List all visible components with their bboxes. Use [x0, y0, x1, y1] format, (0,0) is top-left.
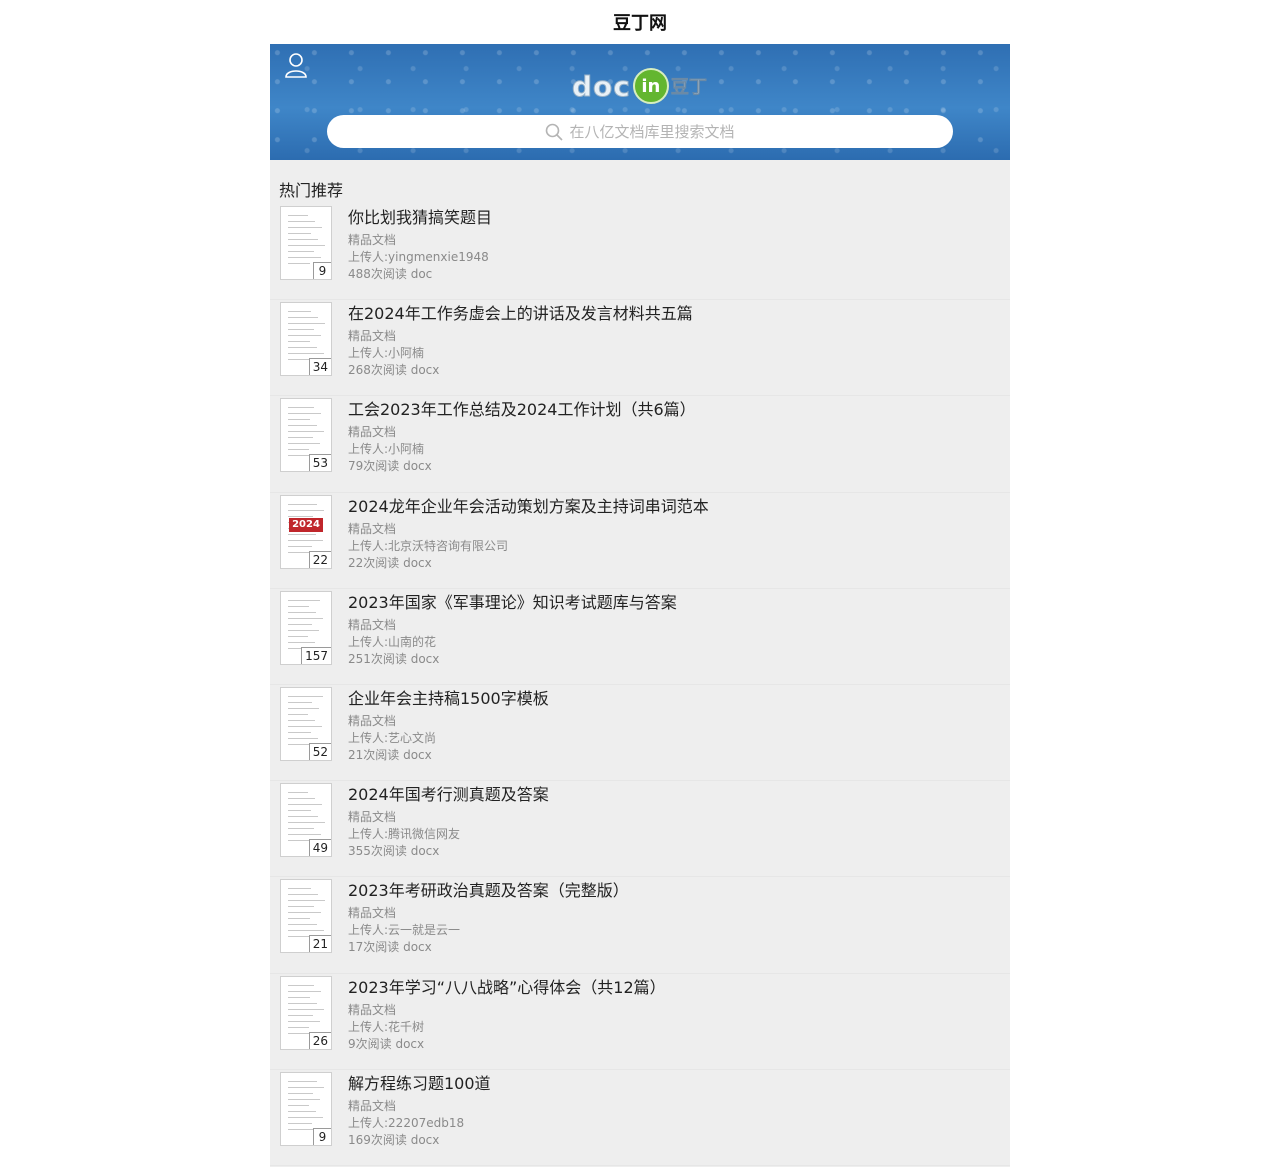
document-stats: 169次阅读 docx [348, 1132, 440, 1147]
page-count-badge: 9 [313, 262, 331, 279]
document-tag: 精品文档 [348, 329, 397, 344]
document-stats: 355次阅读 docx [348, 844, 440, 859]
document-tag: 精品文档 [348, 1002, 397, 1017]
document-tag: 精品文档 [348, 713, 397, 728]
document-stats: 488次阅读 doc [348, 267, 433, 281]
document-tag: 精品文档 [348, 521, 397, 536]
document-thumbnail[interactable]: 52 [280, 686, 332, 761]
document-thumbnail[interactable]: 2024 22 [280, 494, 332, 569]
list-item[interactable]: 9 解方程练习题100道精品文档上传人:22207edb18 169次阅读 docx [270, 1070, 1010, 1166]
document-thumbnail[interactable]: 34 [280, 302, 332, 377]
document-uploader: 上传人:艺心文尚 [348, 730, 437, 745]
document-uploader: 上传人:小阿楠 [348, 442, 425, 457]
list-item[interactable]: 157 2023年国家《军事理论》知识考试题库与答案精品文档上传人:山南的花 251… [270, 589, 1010, 685]
document-thumbnail[interactable]: 49 [280, 783, 332, 858]
document-thumbnail[interactable]: 26 [280, 975, 332, 1050]
document-info: 你比划我猜搞笑题目精品文档上传人:yingmenxie1948 488次阅读 do… [348, 206, 492, 299]
document-uploader: 上传人:山南的花 [348, 634, 437, 649]
document-stats: 251次阅读 docx [348, 651, 440, 666]
document-title[interactable]: 你比划我猜搞笑题目 [348, 208, 492, 228]
document-uploader: 上传人:22207edb18 [348, 1115, 465, 1130]
thumbnail-cover-badge: 2024 [289, 517, 323, 532]
page-count-badge: 49 [308, 839, 331, 857]
document-info: 2023年考研政治真题及答案（完整版） 精品文档上传人:云一就是云一 17次阅读 d… [348, 879, 629, 972]
document-stats: 17次阅读 docx [348, 940, 432, 955]
document-title[interactable]: 2023年国家《军事理论》知识考试题库与答案 [348, 593, 677, 613]
document-uploader: 上传人:小阿楠 [348, 346, 425, 361]
document-tag: 精品文档 [348, 810, 397, 825]
page-count-badge: 53 [308, 454, 331, 472]
list-item[interactable]: 2024 22 2024龙年企业年会活动策划方案及主持词串词范本精品文档上传人:北京… [270, 493, 1010, 589]
document-title[interactable]: 2023年考研政治真题及答案（完整版） [348, 881, 629, 901]
site-title: 豆丁网 [613, 13, 667, 34]
document-thumbnail[interactable]: 21 [280, 879, 332, 954]
document-title[interactable]: 在2024年工作务虚会上的讲话及发言材料共五篇 [348, 304, 693, 324]
document-tag: 精品文档 [348, 1098, 397, 1113]
document-uploader: 上传人:yingmenxie1948 [348, 250, 489, 264]
page-count-badge: 52 [308, 742, 331, 760]
list-item[interactable]: 26 2023年学习“八八战略”心得体会（共12篇） 精品文档上传人:花千树 9次阅读… [270, 974, 1010, 1070]
document-title[interactable]: 工会2023年工作总结及2024工作计划（共6篇） [348, 400, 696, 420]
list-item[interactable]: 9 你比划我猜搞笑题目精品文档上传人:yingmenxie1948 488次阅读 d… [270, 204, 1010, 301]
document-thumbnail[interactable]: 9 [280, 1071, 332, 1146]
header-banner: doc in 豆丁 在八亿文档库里搜索文档 [270, 44, 1010, 160]
page-count-badge: 157 [301, 646, 331, 664]
main-container: doc in 豆丁 在八亿文档库里搜索文档 热门推荐 9 你比划我猜搞笑题目精品文… [270, 44, 1010, 1167]
document-title[interactable]: 解方程练习题100道 [348, 1074, 491, 1094]
page-count-badge: 21 [308, 935, 331, 953]
document-title[interactable]: 2023年学习“八八战略”心得体会（共12篇） [348, 978, 666, 998]
user-icon[interactable] [284, 52, 308, 78]
document-stats: 79次阅读 docx [348, 459, 432, 474]
document-tag: 精品文档 [348, 233, 397, 247]
document-info: 2023年学习“八八战略”心得体会（共12篇） 精品文档上传人:花千树 9次阅读 d… [348, 976, 666, 1069]
document-uploader: 上传人:云一就是云一 [348, 923, 461, 938]
logo-text-cn: 豆丁 [670, 77, 708, 99]
section-title-hot: 热门推荐 [279, 181, 344, 200]
list-item[interactable]: 52 企业年会主持稿1500字模板精品文档上传人:艺心文尚 21次阅读 docx [270, 685, 1010, 782]
search-input[interactable]: 在八亿文档库里搜索文档 [327, 115, 953, 148]
search-placeholder: 在八亿文档库里搜索文档 [569, 123, 735, 141]
document-info: 2024龙年企业年会活动策划方案及主持词串词范本精品文档上传人:北京沃特咨询有限… [348, 495, 709, 588]
document-info: 在2024年工作务虚会上的讲话及发言材料共五篇精品文档上传人:小阿楠 268次阅读… [348, 302, 693, 395]
document-info: 2023年国家《军事理论》知识考试题库与答案精品文档上传人:山南的花 251次阅读… [348, 591, 677, 684]
logo-text-doc: doc [572, 69, 631, 103]
page-count-badge: 9 [313, 1127, 331, 1145]
document-list: 9 你比划我猜搞笑题目 精品文档 上传人:yingmenxie1948 488次阅读 d… [270, 204, 1010, 1166]
list-item[interactable]: 21 2023年考研政治真题及答案（完整版） 精品文档上传人:云一就是云一 17次阅读… [270, 877, 1010, 974]
document-tag: 精品文档 [348, 906, 397, 921]
document-tag: 精品文档 [348, 425, 397, 440]
document-thumbnail[interactable]: 53 [280, 398, 332, 473]
document-thumbnail[interactable]: 157 [280, 590, 332, 665]
docin-logo[interactable]: doc in 豆丁 [572, 64, 712, 108]
list-item[interactable]: 49 2024年国考行测真题及答案精品文档上传人:腾讯微信网友 355次阅读 doc… [270, 781, 1010, 878]
document-thumbnail[interactable]: 9 [280, 206, 332, 280]
document-title[interactable]: 2024龙年企业年会活动策划方案及主持词串词范本 [348, 497, 709, 517]
document-info: 解方程练习题100道精品文档上传人:22207edb18 169次阅读 docx [348, 1072, 491, 1165]
document-uploader: 上传人:北京沃特咨询有限公司 [348, 538, 509, 553]
document-info: 2024年国考行测真题及答案精品文档上传人:腾讯微信网友 355次阅读 docx [348, 783, 549, 876]
document-stats: 268次阅读 docx [348, 363, 440, 378]
document-stats: 22次阅读 docx [348, 555, 432, 570]
search-icon [546, 123, 564, 141]
document-title[interactable]: 企业年会主持稿1500字模板 [348, 689, 549, 709]
list-item[interactable]: 34 在2024年工作务虚会上的讲话及发言材料共五篇精品文档上传人:小阿楠 268次… [270, 300, 1010, 397]
document-stats: 9次阅读 docx [348, 1036, 425, 1051]
document-info: 企业年会主持稿1500字模板精品文档上传人:艺心文尚 21次阅读 docx [348, 687, 549, 780]
page-count-badge: 22 [308, 550, 331, 568]
page-count-badge: 26 [308, 1031, 331, 1049]
document-uploader: 上传人:腾讯微信网友 [348, 827, 461, 842]
document-tag: 精品文档 [348, 617, 397, 632]
document-uploader: 上传人:花千树 [348, 1019, 425, 1034]
logo-badge-in: in [632, 68, 669, 104]
list-item[interactable]: 53 工会2023年工作总结及2024工作计划（共6篇） 精品文档上传人:小阿楠 79… [270, 396, 1010, 493]
document-title[interactable]: 2024年国考行测真题及答案 [348, 785, 549, 805]
document-info: 工会2023年工作总结及2024工作计划（共6篇） 精品文档上传人:小阿楠 79次阅… [348, 398, 696, 491]
page-count-badge: 34 [308, 358, 331, 376]
document-stats: 21次阅读 docx [348, 747, 432, 762]
